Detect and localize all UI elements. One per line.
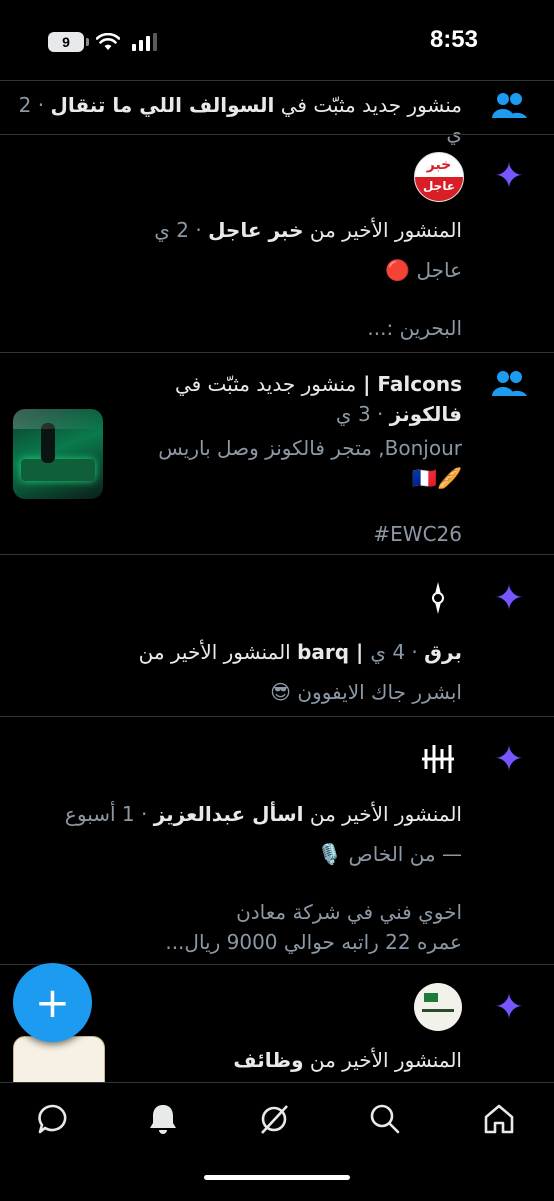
people-icon — [492, 371, 527, 396]
search-icon — [370, 1104, 400, 1134]
post-preview: عاجل 🔴 — [385, 258, 462, 282]
notification-title: المنشور الأخير من وظائف — [233, 1046, 462, 1074]
hashtag[interactable]: #EWC26 — [373, 520, 462, 548]
cellular-signal-icon — [132, 33, 157, 51]
bottom-nav — [0, 1082, 554, 1201]
post-preview: ابشرر جاك الايفوون 😎 — [270, 680, 462, 704]
people-icon — [492, 93, 527, 118]
avatar[interactable]: خبر عاجل — [414, 152, 464, 202]
title-prefix: منشور جديد مثبّت في — [174, 372, 357, 396]
timestamp: · 3 ي — [335, 402, 390, 426]
avatar[interactable] — [414, 983, 462, 1031]
account-name[interactable]: برق — [424, 640, 462, 664]
home-icon — [484, 1104, 514, 1134]
notification-text: منشور جديد مثبّت في السوالف اللي ما تنقا… — [0, 91, 462, 147]
post-thumbnail[interactable] — [13, 1036, 105, 1083]
post-thumbnail[interactable] — [13, 409, 103, 499]
sparkle-icon: ✦ — [493, 987, 525, 1028]
timestamp: · 1 أسبوع — [64, 802, 154, 826]
title-prefix: المنشور الأخير من — [303, 802, 462, 826]
notification-title: Falcons | منشور جديد مثبّت في — [175, 370, 462, 398]
home-indicator — [204, 1175, 350, 1180]
post-preview: 🥖🇫🇷 — [412, 466, 462, 490]
divider — [0, 554, 554, 555]
post-preview: Bonjour, متجر فالكونز وصل باريس — [158, 436, 462, 460]
community-name[interactable]: فالكونز — [390, 402, 462, 426]
post-preview: عمره 22 راتبه حوالي 9000 ريال... — [165, 930, 462, 954]
notification-title: برق · 4 ي | barq المنشور الأخير من — [139, 638, 462, 666]
account-name[interactable]: اسأل عبدالعزيز — [154, 802, 304, 826]
community-name[interactable]: السوالف اللي ما تنقال — [50, 93, 274, 117]
avatar-label: عاجل — [415, 177, 463, 201]
community-name[interactable]: Falcons | — [356, 372, 462, 396]
avatar[interactable] — [414, 735, 462, 783]
account-name[interactable]: خبر عاجل — [208, 218, 303, 242]
nav-search[interactable] — [357, 1097, 413, 1141]
timestamp: · 2 ي — [154, 218, 209, 242]
notification-title: فالكونز · 3 ي — [336, 400, 462, 428]
avatar-label: خبر — [426, 157, 452, 173]
divider — [0, 134, 554, 135]
post-preview: — من الخاص 🎙️ — [317, 842, 462, 866]
divider — [0, 716, 554, 717]
avatar[interactable] — [414, 574, 462, 622]
account-name[interactable]: | barq — [297, 640, 370, 664]
nav-grok[interactable] — [246, 1097, 302, 1141]
timestamp: · 4 ي — [370, 640, 425, 664]
post-preview: البحرين :... — [367, 316, 462, 340]
grok-icon — [261, 1105, 288, 1134]
sparkle-icon: ✦ — [493, 578, 525, 619]
divider — [0, 80, 554, 81]
notifications-bell-icon — [150, 1105, 176, 1134]
notification-title: المنشور الأخير من اسأل عبدالعزيز · 1 أسب… — [65, 800, 462, 828]
battery-icon: 9 — [48, 32, 89, 52]
messages-icon — [38, 1104, 67, 1134]
title-prefix: المنشور الأخير من — [303, 218, 462, 242]
nav-messages[interactable] — [25, 1097, 81, 1141]
status-time: 8:53 — [429, 26, 478, 53]
sparkle-icon: ✦ — [493, 156, 525, 197]
nav-notifications[interactable] — [135, 1097, 191, 1141]
post-preview: اخوي فني في شركة معادن — [236, 900, 462, 924]
divider — [0, 964, 554, 965]
notification-title: المنشور الأخير من خبر عاجل · 2 ي — [154, 216, 462, 244]
compose-button[interactable]: + — [13, 963, 92, 1042]
nav-home[interactable] — [471, 1097, 527, 1141]
divider — [0, 352, 554, 353]
title-prefix: المنشور الأخير من — [138, 640, 298, 664]
notification-prefix: منشور جديد مثبّت في — [274, 93, 462, 117]
title-prefix: المنشور الأخير من — [303, 1048, 462, 1072]
status-bar: 9 8:53 — [0, 0, 554, 80]
sparkle-icon: ✦ — [493, 739, 525, 780]
account-name[interactable]: وظائف — [233, 1048, 303, 1072]
wifi-icon — [96, 33, 120, 50]
